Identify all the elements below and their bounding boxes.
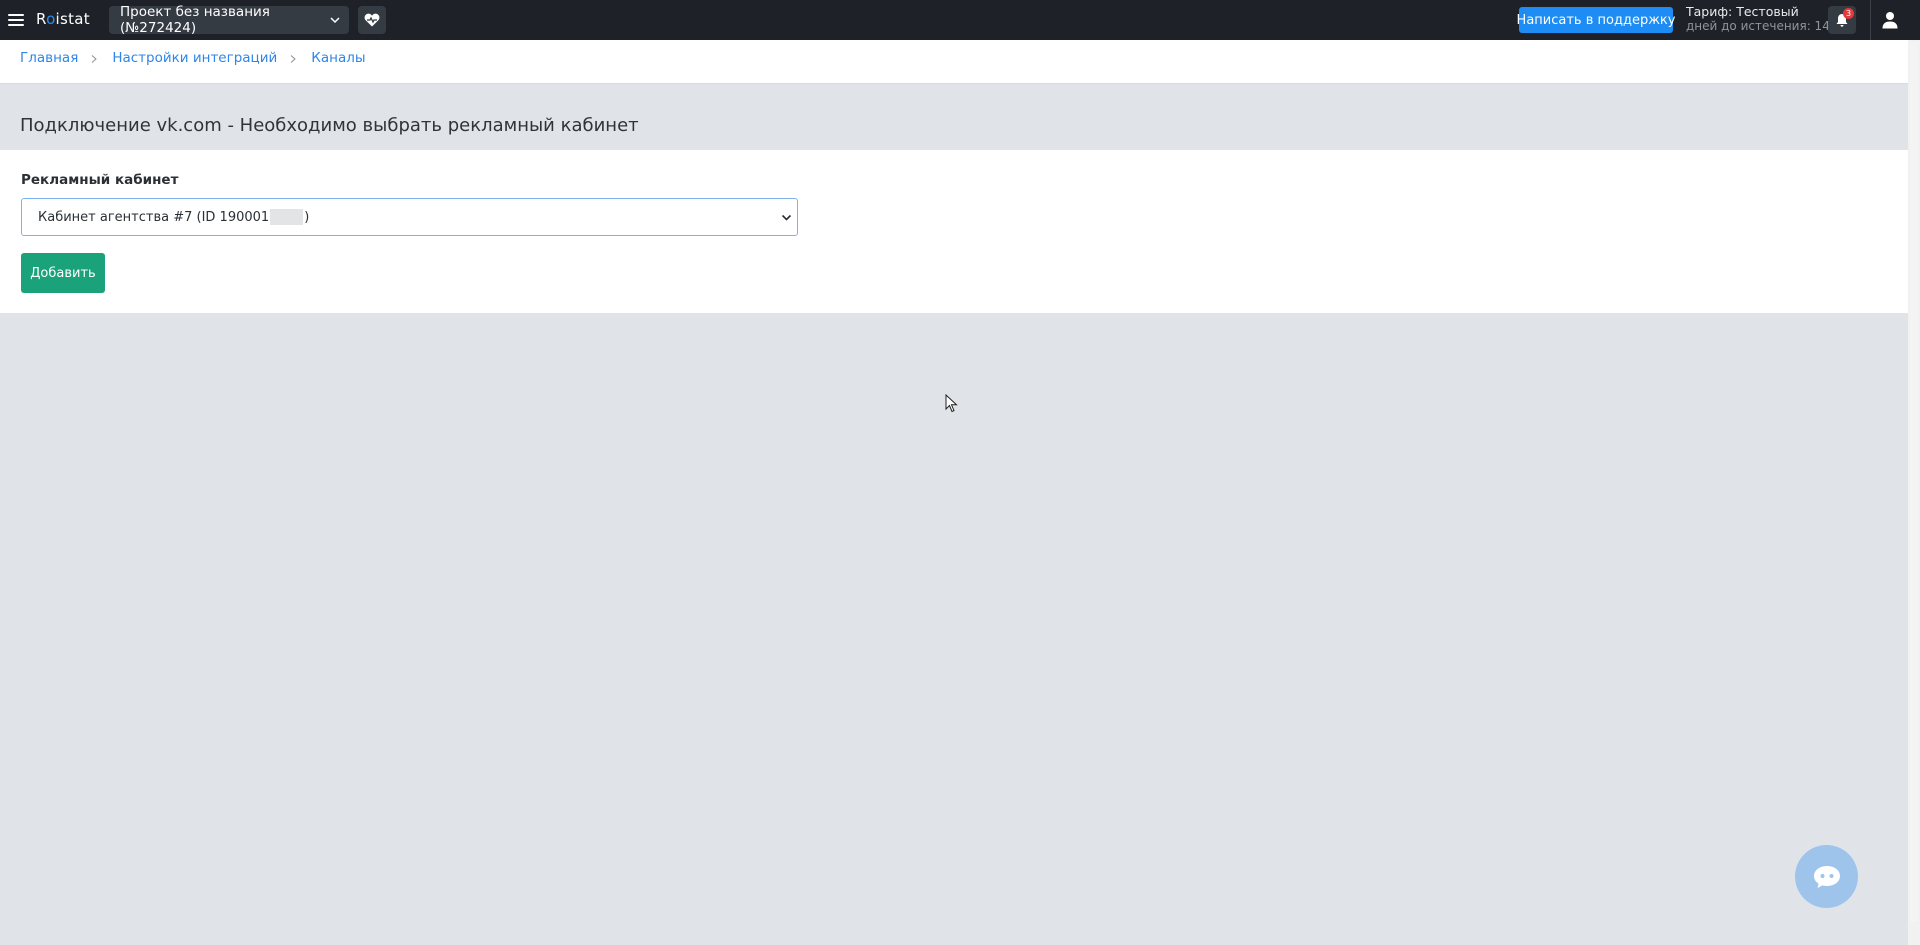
breadcrumb-bar: Главная Настройки интеграций Каналы: [0, 40, 1908, 84]
chat-widget-button[interactable]: [1795, 845, 1858, 908]
tariff-days-left: дней до истечения: 14: [1686, 19, 1830, 33]
notifications-button[interactable]: 3: [1828, 6, 1856, 34]
navbar-divider: [1870, 0, 1871, 40]
breadcrumb-channels[interactable]: Каналы: [311, 50, 365, 66]
user-icon: [1882, 12, 1898, 29]
notification-count-badge: 3: [1843, 8, 1854, 19]
ad-account-select[interactable]: Кабинет агентства #7 (ID 190001): [21, 198, 798, 236]
add-button[interactable]: Добавить: [21, 253, 105, 293]
project-selector-label: Проект без названия (№272424): [120, 4, 270, 36]
page-title: Подключение vk.com - Необходимо выбрать …: [20, 115, 639, 136]
user-menu-button[interactable]: [1878, 8, 1902, 32]
health-button[interactable]: [358, 6, 386, 34]
app-logo[interactable]: Roistat: [36, 10, 90, 28]
tariff-info[interactable]: Тариф: Тестовый дней до истечения: 14: [1686, 4, 1830, 34]
tariff-name: Тариф: Тестовый: [1686, 4, 1799, 19]
breadcrumb: Главная Настройки интеграций Каналы: [20, 50, 366, 66]
breadcrumb-integration-settings[interactable]: Настройки интеграций: [112, 50, 277, 66]
chevron-right-icon: [290, 55, 297, 63]
ad-account-selected-prefix: Кабинет агентства #7 (ID 190001: [38, 209, 270, 225]
chevron-right-icon: [91, 55, 98, 63]
chevron-down-icon: [781, 214, 792, 221]
breadcrumb-home[interactable]: Главная: [20, 50, 78, 66]
page-scrollbar[interactable]: [1908, 40, 1920, 945]
hamburger-menu-icon[interactable]: [7, 11, 25, 29]
ad-account-selected-suffix: ): [304, 209, 310, 225]
redacted-id-block: [270, 209, 304, 225]
heart-pulse-icon: [364, 13, 380, 27]
support-button[interactable]: Написать в поддержку: [1517, 7, 1675, 33]
ad-account-form-card: Рекламный кабинет Кабинет агентства #7 (…: [0, 150, 1908, 313]
chevron-down-icon: [330, 17, 340, 24]
scrollbar-thumb[interactable]: [1910, 42, 1918, 922]
top-navbar: Roistat Проект без названия (№272424) На…: [0, 0, 1920, 40]
chat-bubble-icon: [1813, 865, 1840, 888]
mouse-cursor-icon: [945, 394, 958, 413]
ad-account-field-label: Рекламный кабинет: [21, 172, 179, 188]
project-selector[interactable]: Проект без названия (№272424): [109, 4, 349, 36]
